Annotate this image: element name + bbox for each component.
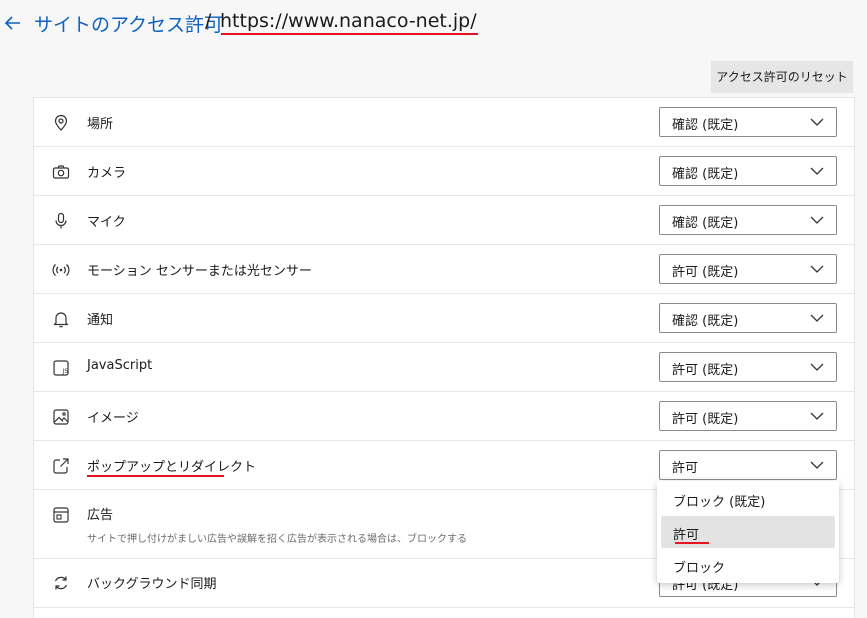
permission-label: マイク xyxy=(87,215,126,230)
camera-icon xyxy=(52,165,70,179)
chevron-down-icon xyxy=(810,167,824,175)
select-value: 許可 (既定) xyxy=(672,363,739,378)
select-value: 許可 (既定) xyxy=(672,265,739,280)
popups-annotation-underline xyxy=(87,475,224,477)
permission-select-motion-sensor[interactable]: 許可 (既定) xyxy=(659,254,837,284)
permission-label: イメージ xyxy=(87,411,139,426)
bell-icon xyxy=(53,312,69,328)
permission-label: 広告 xyxy=(87,508,114,523)
reset-permissions-button[interactable]: アクセス許可のリセット xyxy=(711,61,853,93)
permission-label: ポップアップとリダイレクト xyxy=(87,460,257,475)
permission-label: JavaScript xyxy=(87,358,153,373)
page-header: サイトのアクセス許可 / https://www.nanaco-net.jp/ xyxy=(0,0,867,50)
microphone-icon xyxy=(55,212,67,229)
permission-select-popups[interactable]: 許可 xyxy=(659,450,837,480)
chevron-down-icon xyxy=(810,412,824,420)
allow-annotation-underline xyxy=(675,542,709,544)
permission-label: バックグラウンド同期 xyxy=(87,577,217,592)
sync-icon xyxy=(54,576,68,590)
dropdown-option-block-default[interactable]: ブロック (既定) xyxy=(661,483,835,515)
chevron-down-icon xyxy=(810,118,824,126)
select-value: 確認 (既定) xyxy=(672,118,739,133)
permission-row-notifications: 通知 確認 (既定) xyxy=(34,294,854,343)
dropdown-option-allow[interactable]: 許可 xyxy=(661,516,835,548)
javascript-icon: JS xyxy=(53,360,69,376)
select-value: 許可 (既定) xyxy=(672,412,739,427)
back-arrow-icon[interactable] xyxy=(4,14,22,32)
dropdown-option-block[interactable]: ブロック xyxy=(661,549,835,581)
popup-icon xyxy=(53,458,69,474)
select-value: 確認 (既定) xyxy=(672,216,739,231)
permission-label: 通知 xyxy=(87,313,114,328)
chevron-down-icon xyxy=(810,265,824,273)
permission-select-notifications[interactable]: 確認 (既定) xyxy=(659,303,837,333)
ads-icon xyxy=(53,507,69,523)
page-title-site-url: https://www.nanaco-net.jp/ xyxy=(220,10,477,32)
select-value: 許可 xyxy=(672,461,699,476)
permission-select-camera[interactable]: 確認 (既定) xyxy=(659,156,837,186)
option-label: 許可 xyxy=(673,528,700,543)
permission-row-camera: カメラ 確認 (既定) xyxy=(34,147,854,196)
chevron-down-icon xyxy=(810,363,824,371)
breadcrumb-site-permissions[interactable]: サイトのアクセス許可 xyxy=(34,10,223,37)
location-icon xyxy=(54,114,68,131)
chevron-down-icon xyxy=(810,314,824,322)
svg-text:JS: JS xyxy=(62,368,69,375)
permission-row-javascript: JS JavaScript 許可 (既定) xyxy=(34,343,854,392)
image-icon xyxy=(53,409,69,425)
permission-row-images: イメージ 許可 (既定) xyxy=(34,392,854,441)
select-value: 確認 (既定) xyxy=(672,167,739,182)
permission-row-location: 場所 確認 (既定) xyxy=(34,98,854,147)
option-label: ブロック (既定) xyxy=(673,495,766,510)
permission-label: 場所 xyxy=(87,117,114,132)
permission-select-javascript[interactable]: 許可 (既定) xyxy=(659,352,837,382)
option-label: ブロック xyxy=(673,561,726,576)
select-value: 確認 (既定) xyxy=(672,314,739,329)
chevron-down-icon xyxy=(810,461,824,469)
breadcrumb-separator: / xyxy=(205,10,212,32)
permission-select-images[interactable]: 許可 (既定) xyxy=(659,401,837,431)
permission-row-microphone: マイク 確認 (既定) xyxy=(34,196,854,245)
permission-select-location[interactable]: 確認 (既定) xyxy=(659,107,837,137)
chevron-down-icon xyxy=(810,216,824,224)
permission-label: カメラ xyxy=(87,166,127,181)
url-annotation-underline xyxy=(221,33,478,35)
sensor-icon xyxy=(52,264,70,276)
permission-description: サイトで押し付けがましい広告や誤解を招く広告が表示される場合は、ブロックする xyxy=(87,534,467,545)
permission-row-motion-sensor: モーション センサーまたは光センサー 許可 (既定) xyxy=(34,245,854,294)
popups-dropdown-menu: ブロック (既定) 許可 ブロック xyxy=(657,481,839,583)
permission-select-microphone[interactable]: 確認 (既定) xyxy=(659,205,837,235)
permission-label: モーション センサーまたは光センサー xyxy=(87,264,312,279)
